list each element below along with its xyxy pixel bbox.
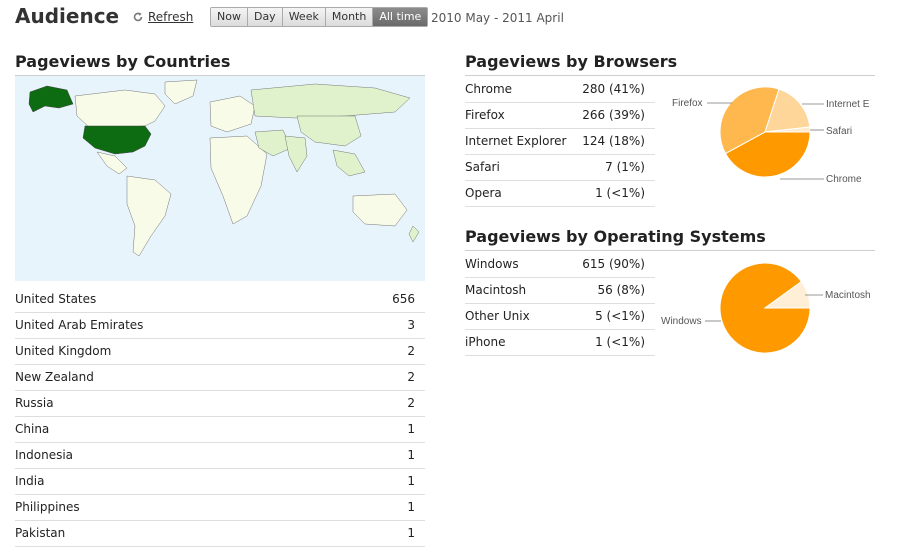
table-row[interactable]: New Zealand 2 xyxy=(15,365,425,391)
table-row[interactable]: Windows 615 (90%) xyxy=(465,252,655,278)
map-africa xyxy=(209,135,268,225)
divider xyxy=(465,250,875,251)
table-row[interactable]: United Arab Emirates 3 xyxy=(15,313,425,339)
range-now-button[interactable]: Now xyxy=(211,8,248,26)
map-southeast-asia xyxy=(332,149,366,177)
map-country-alaska xyxy=(28,85,74,113)
range-month-button[interactable]: Month xyxy=(325,8,374,26)
time-range-selector: Now Day Week Month All time xyxy=(210,7,429,27)
refresh-icon[interactable] xyxy=(133,12,143,22)
table-row[interactable]: Chrome 280 (41%) xyxy=(465,77,655,103)
browsers-title: Pageviews by Browsers xyxy=(465,52,678,71)
os-pie-chart: Windows Macintosh xyxy=(661,262,871,354)
date-range: 2010 May - 2011 April xyxy=(431,11,564,25)
map-country-russia xyxy=(250,83,411,119)
table-row[interactable]: United Kingdom 2 xyxy=(15,339,425,365)
world-map[interactable] xyxy=(15,76,425,281)
pie-label-safari: Safari xyxy=(826,126,852,137)
header: Audience Refresh Now Day Week Month All … xyxy=(15,4,895,32)
map-europe xyxy=(209,95,256,133)
page-title: Audience xyxy=(15,4,120,28)
browsers-pie-chart: Firefox Internet E Safari Chrome xyxy=(672,86,870,185)
browsers-table: Chrome 280 (41%) Firefox 266 (39%) Interne… xyxy=(465,77,655,207)
map-country-usa xyxy=(82,125,152,155)
os-title: Pageviews by Operating Systems xyxy=(465,227,766,246)
table-row[interactable]: United States 656 xyxy=(15,287,425,313)
table-row[interactable]: Safari 7 (1%) xyxy=(465,155,655,181)
map-country-china xyxy=(296,115,362,147)
pie-label-ie: Internet E xyxy=(826,99,870,110)
range-day-button[interactable]: Day xyxy=(247,8,283,26)
table-row[interactable]: Internet Explorer 124 (18%) xyxy=(465,129,655,155)
os-table: Windows 615 (90%) Macintosh 56 (8%) Other … xyxy=(465,252,655,356)
map-country-canada xyxy=(74,89,166,129)
pie-label-chrome: Chrome xyxy=(826,174,862,185)
table-row[interactable]: iPhone 1 (<1%) xyxy=(465,330,655,356)
table-row[interactable]: Opera 1 (<1%) xyxy=(465,181,655,207)
table-row[interactable]: Firefox 266 (39%) xyxy=(465,103,655,129)
table-row[interactable]: India 1 xyxy=(15,469,425,495)
table-row[interactable]: Russia 2 xyxy=(15,391,425,417)
map-country-mexico xyxy=(96,151,128,175)
pie-label-firefox: Firefox xyxy=(672,98,703,109)
map-greenland xyxy=(164,79,198,105)
countries-title: Pageviews by Countries xyxy=(15,52,231,71)
table-row[interactable]: Philippines 1 xyxy=(15,495,425,521)
range-week-button[interactable]: Week xyxy=(282,8,326,26)
table-row[interactable]: Macintosh 56 (8%) xyxy=(465,278,655,304)
countries-table: United States 656 United Arab Emirates 3 U… xyxy=(15,287,425,547)
table-row[interactable]: Other Unix 5 (<1%) xyxy=(465,304,655,330)
refresh-link[interactable]: Refresh xyxy=(148,10,193,24)
range-alltime-button[interactable]: All time xyxy=(373,8,428,26)
pie-label-mac: Macintosh xyxy=(825,290,871,301)
table-row[interactable]: Pakistan 1 xyxy=(15,521,425,547)
map-australia xyxy=(352,193,408,227)
table-row[interactable]: Indonesia 1 xyxy=(15,443,425,469)
pie-label-windows: Windows xyxy=(661,316,702,327)
divider xyxy=(465,75,875,76)
map-south-america xyxy=(126,175,172,257)
map-country-india xyxy=(284,135,308,173)
table-row[interactable]: China 1 xyxy=(15,417,425,443)
map-country-new-zealand xyxy=(408,225,420,243)
